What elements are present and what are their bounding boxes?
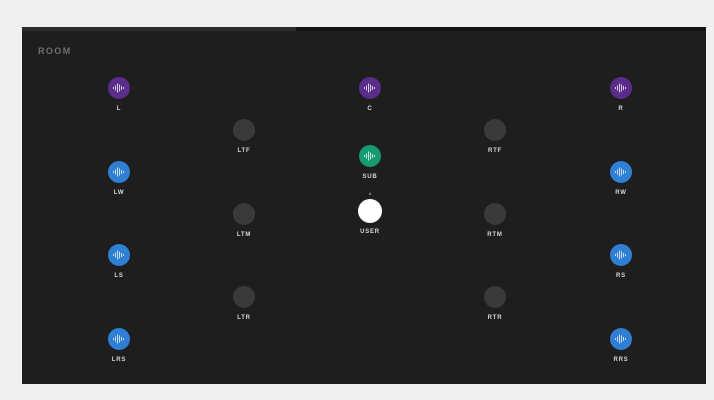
speaker-label: C (367, 106, 373, 112)
speaker-rtr[interactable]: RTR (465, 286, 525, 321)
waveform-icon (615, 83, 627, 93)
speaker-dot (233, 203, 255, 225)
speaker-ltm[interactable]: LTM (214, 203, 274, 238)
speaker-dot (484, 203, 506, 225)
user-marker[interactable] (358, 199, 382, 223)
user-label: USER (360, 229, 380, 235)
user-position[interactable]: ^ USER (340, 193, 400, 235)
speaker-ltr[interactable]: LTR (214, 286, 274, 321)
speaker-lw[interactable]: LW (89, 161, 149, 196)
speaker-label: LTF (237, 148, 251, 154)
speaker-ls[interactable]: LS (89, 244, 149, 279)
speaker-label: LRS (111, 357, 127, 363)
speaker-dot (610, 161, 632, 183)
waveform-icon (113, 167, 125, 177)
speaker-l[interactable]: L (89, 77, 149, 112)
waveform-icon (615, 250, 627, 260)
room-title: ROOM (38, 46, 72, 56)
speaker-label: LW (113, 190, 125, 196)
speaker-label: RW (615, 190, 627, 196)
speaker-dot (484, 286, 506, 308)
speaker-rtm[interactable]: RTM (465, 203, 525, 238)
speaker-rrs[interactable]: RRS (591, 328, 651, 363)
speaker-dot (108, 244, 130, 266)
speaker-label: SUB (362, 174, 378, 180)
speaker-dot (233, 119, 255, 141)
speaker-dot (610, 328, 632, 350)
speaker-ltf[interactable]: LTF (214, 119, 274, 154)
speaker-label: L (116, 106, 122, 112)
waveform-icon (113, 250, 125, 260)
waveform-icon (113, 334, 125, 344)
speaker-label: RRS (613, 357, 629, 363)
speaker-dot (610, 77, 632, 99)
speaker-label: RTF (487, 148, 503, 154)
speaker-label: LTM (236, 232, 252, 238)
waveform-icon (113, 83, 125, 93)
speaker-label: LTR (237, 315, 251, 321)
top-bar (22, 27, 706, 31)
speaker-dot (359, 145, 381, 167)
speaker-dot (610, 244, 632, 266)
speaker-dot (359, 77, 381, 99)
waveform-icon (364, 151, 376, 161)
caret-up-icon: ^ (368, 193, 372, 199)
speaker-rtf[interactable]: RTF (465, 119, 525, 154)
speaker-lrs[interactable]: LRS (89, 328, 149, 363)
speaker-dot (108, 328, 130, 350)
speaker-r[interactable]: R (591, 77, 651, 112)
speaker-sub[interactable]: SUB (340, 145, 400, 180)
speaker-label: RTR (487, 315, 503, 321)
progress-fill (22, 27, 296, 31)
waveform-icon (615, 334, 627, 344)
waveform-icon (615, 167, 627, 177)
room-panel: ROOM L C R LTF RTF SUB LW RW LTM RTM ^ U… (22, 27, 706, 384)
speaker-label: LS (114, 273, 124, 279)
speaker-dot (108, 77, 130, 99)
speaker-dot (108, 161, 130, 183)
speaker-dot (233, 286, 255, 308)
speaker-rw[interactable]: RW (591, 161, 651, 196)
speaker-rs[interactable]: RS (591, 244, 651, 279)
waveform-icon (364, 83, 376, 93)
speaker-label: RS (616, 273, 626, 279)
speaker-label: R (618, 106, 624, 112)
speaker-c[interactable]: C (340, 77, 400, 112)
speaker-dot (484, 119, 506, 141)
speaker-label: RTM (487, 232, 503, 238)
